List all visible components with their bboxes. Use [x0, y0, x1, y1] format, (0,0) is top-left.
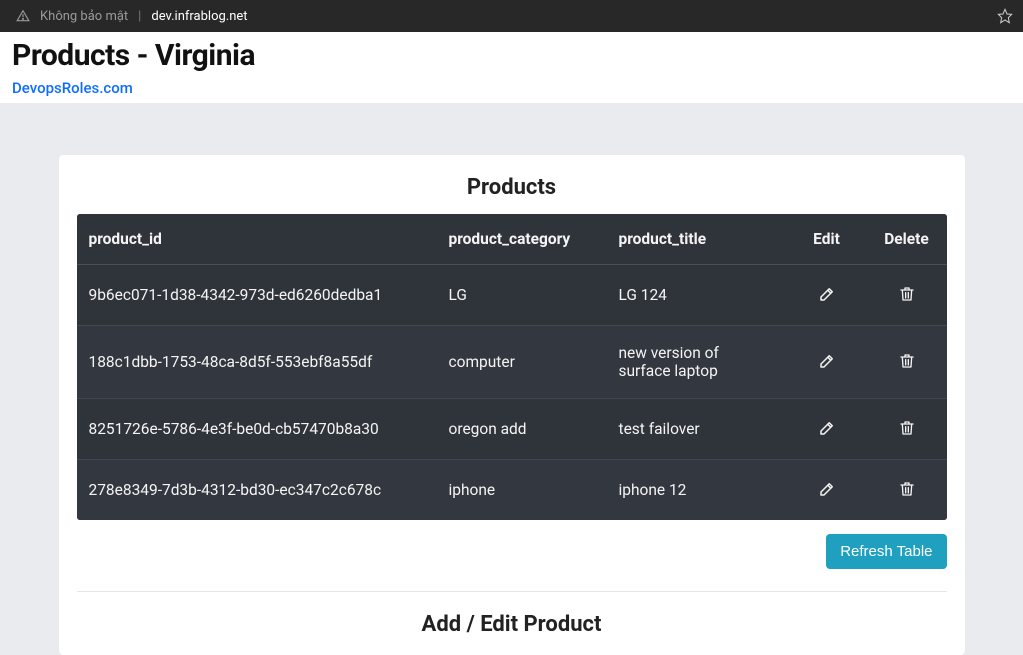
trash-icon: [899, 285, 915, 303]
edit-pencil-icon: [818, 419, 836, 437]
table-row: 9b6ec071-1d38-4342-973d-ed6260dedba1LGLG…: [77, 265, 947, 326]
browser-url-area: Không bảo mật | dev.infrablog.net: [16, 9, 248, 24]
table-header-row: product_id product_category product_titl…: [77, 214, 947, 265]
trash-icon: [899, 352, 915, 370]
delete-button[interactable]: [897, 283, 917, 305]
page-header: Products - Virginia DevopsRoles.com: [0, 32, 1023, 103]
products-card: Products product_id product_category pro…: [59, 155, 965, 655]
cell-delete: [867, 326, 947, 399]
edit-button[interactable]: [816, 283, 838, 305]
table-row: 278e8349-7d3b-4312-bd30-ec347c2c678cipho…: [77, 460, 947, 521]
url-host[interactable]: dev.infrablog.net: [151, 9, 247, 24]
edit-pencil-icon: [818, 285, 836, 303]
cell-edit: [787, 399, 867, 460]
cell-product-category: LG: [437, 265, 607, 326]
cell-product-title: new version of surface laptop: [607, 326, 787, 399]
cell-delete: [867, 265, 947, 326]
separator: |: [138, 9, 141, 24]
warning-triangle-icon: [16, 9, 30, 23]
table-row: 8251726e-5786-4e3f-be0d-cb57470b8a30oreg…: [77, 399, 947, 460]
trash-icon: [899, 480, 915, 498]
cell-product-title: iphone 12: [607, 460, 787, 521]
site-link[interactable]: DevopsRoles.com: [12, 79, 133, 97]
delete-button[interactable]: [897, 417, 917, 439]
cell-product-id: 9b6ec071-1d38-4342-973d-ed6260dedba1: [77, 265, 437, 326]
products-heading: Products: [77, 175, 947, 200]
content-wrapper: Products product_id product_category pro…: [0, 103, 1023, 655]
cell-delete: [867, 399, 947, 460]
cell-product-id: 188c1dbb-1753-48ca-8d5f-553ebf8a55df: [77, 326, 437, 399]
browser-address-bar: Không bảo mật | dev.infrablog.net: [0, 0, 1023, 32]
edit-button[interactable]: [816, 417, 838, 439]
cell-product-id: 278e8349-7d3b-4312-bd30-ec347c2c678c: [77, 460, 437, 521]
col-delete: Delete: [867, 214, 947, 265]
trash-icon: [899, 419, 915, 437]
delete-button[interactable]: [897, 350, 917, 372]
cell-edit: [787, 326, 867, 399]
col-product-id: product_id: [77, 214, 437, 265]
cell-product-title: test failover: [607, 399, 787, 460]
cell-delete: [867, 460, 947, 521]
products-table: product_id product_category product_titl…: [77, 214, 947, 520]
cell-edit: [787, 265, 867, 326]
bookmark-star-icon[interactable]: [997, 8, 1013, 24]
cell-edit: [787, 460, 867, 521]
cell-product-id: 8251726e-5786-4e3f-be0d-cb57470b8a30: [77, 399, 437, 460]
edit-button[interactable]: [816, 478, 838, 500]
cell-product-title: LG 124: [607, 265, 787, 326]
edit-button[interactable]: [816, 350, 838, 372]
security-label: Không bảo mật: [40, 9, 128, 24]
table-row: 188c1dbb-1753-48ca-8d5f-553ebf8a55dfcomp…: [77, 326, 947, 399]
col-product-category: product_category: [437, 214, 607, 265]
refresh-table-button[interactable]: Refresh Table: [826, 534, 946, 569]
cell-product-category: computer: [437, 326, 607, 399]
add-edit-heading: Add / Edit Product: [77, 591, 947, 637]
table-actions: Refresh Table: [77, 534, 947, 569]
delete-button[interactable]: [897, 478, 917, 500]
edit-pencil-icon: [818, 352, 836, 370]
col-product-title: product_title: [607, 214, 787, 265]
cell-product-category: oregon add: [437, 399, 607, 460]
cell-product-category: iphone: [437, 460, 607, 521]
edit-pencil-icon: [818, 480, 836, 498]
col-edit: Edit: [787, 214, 867, 265]
page-title: Products - Virginia: [12, 38, 1023, 73]
